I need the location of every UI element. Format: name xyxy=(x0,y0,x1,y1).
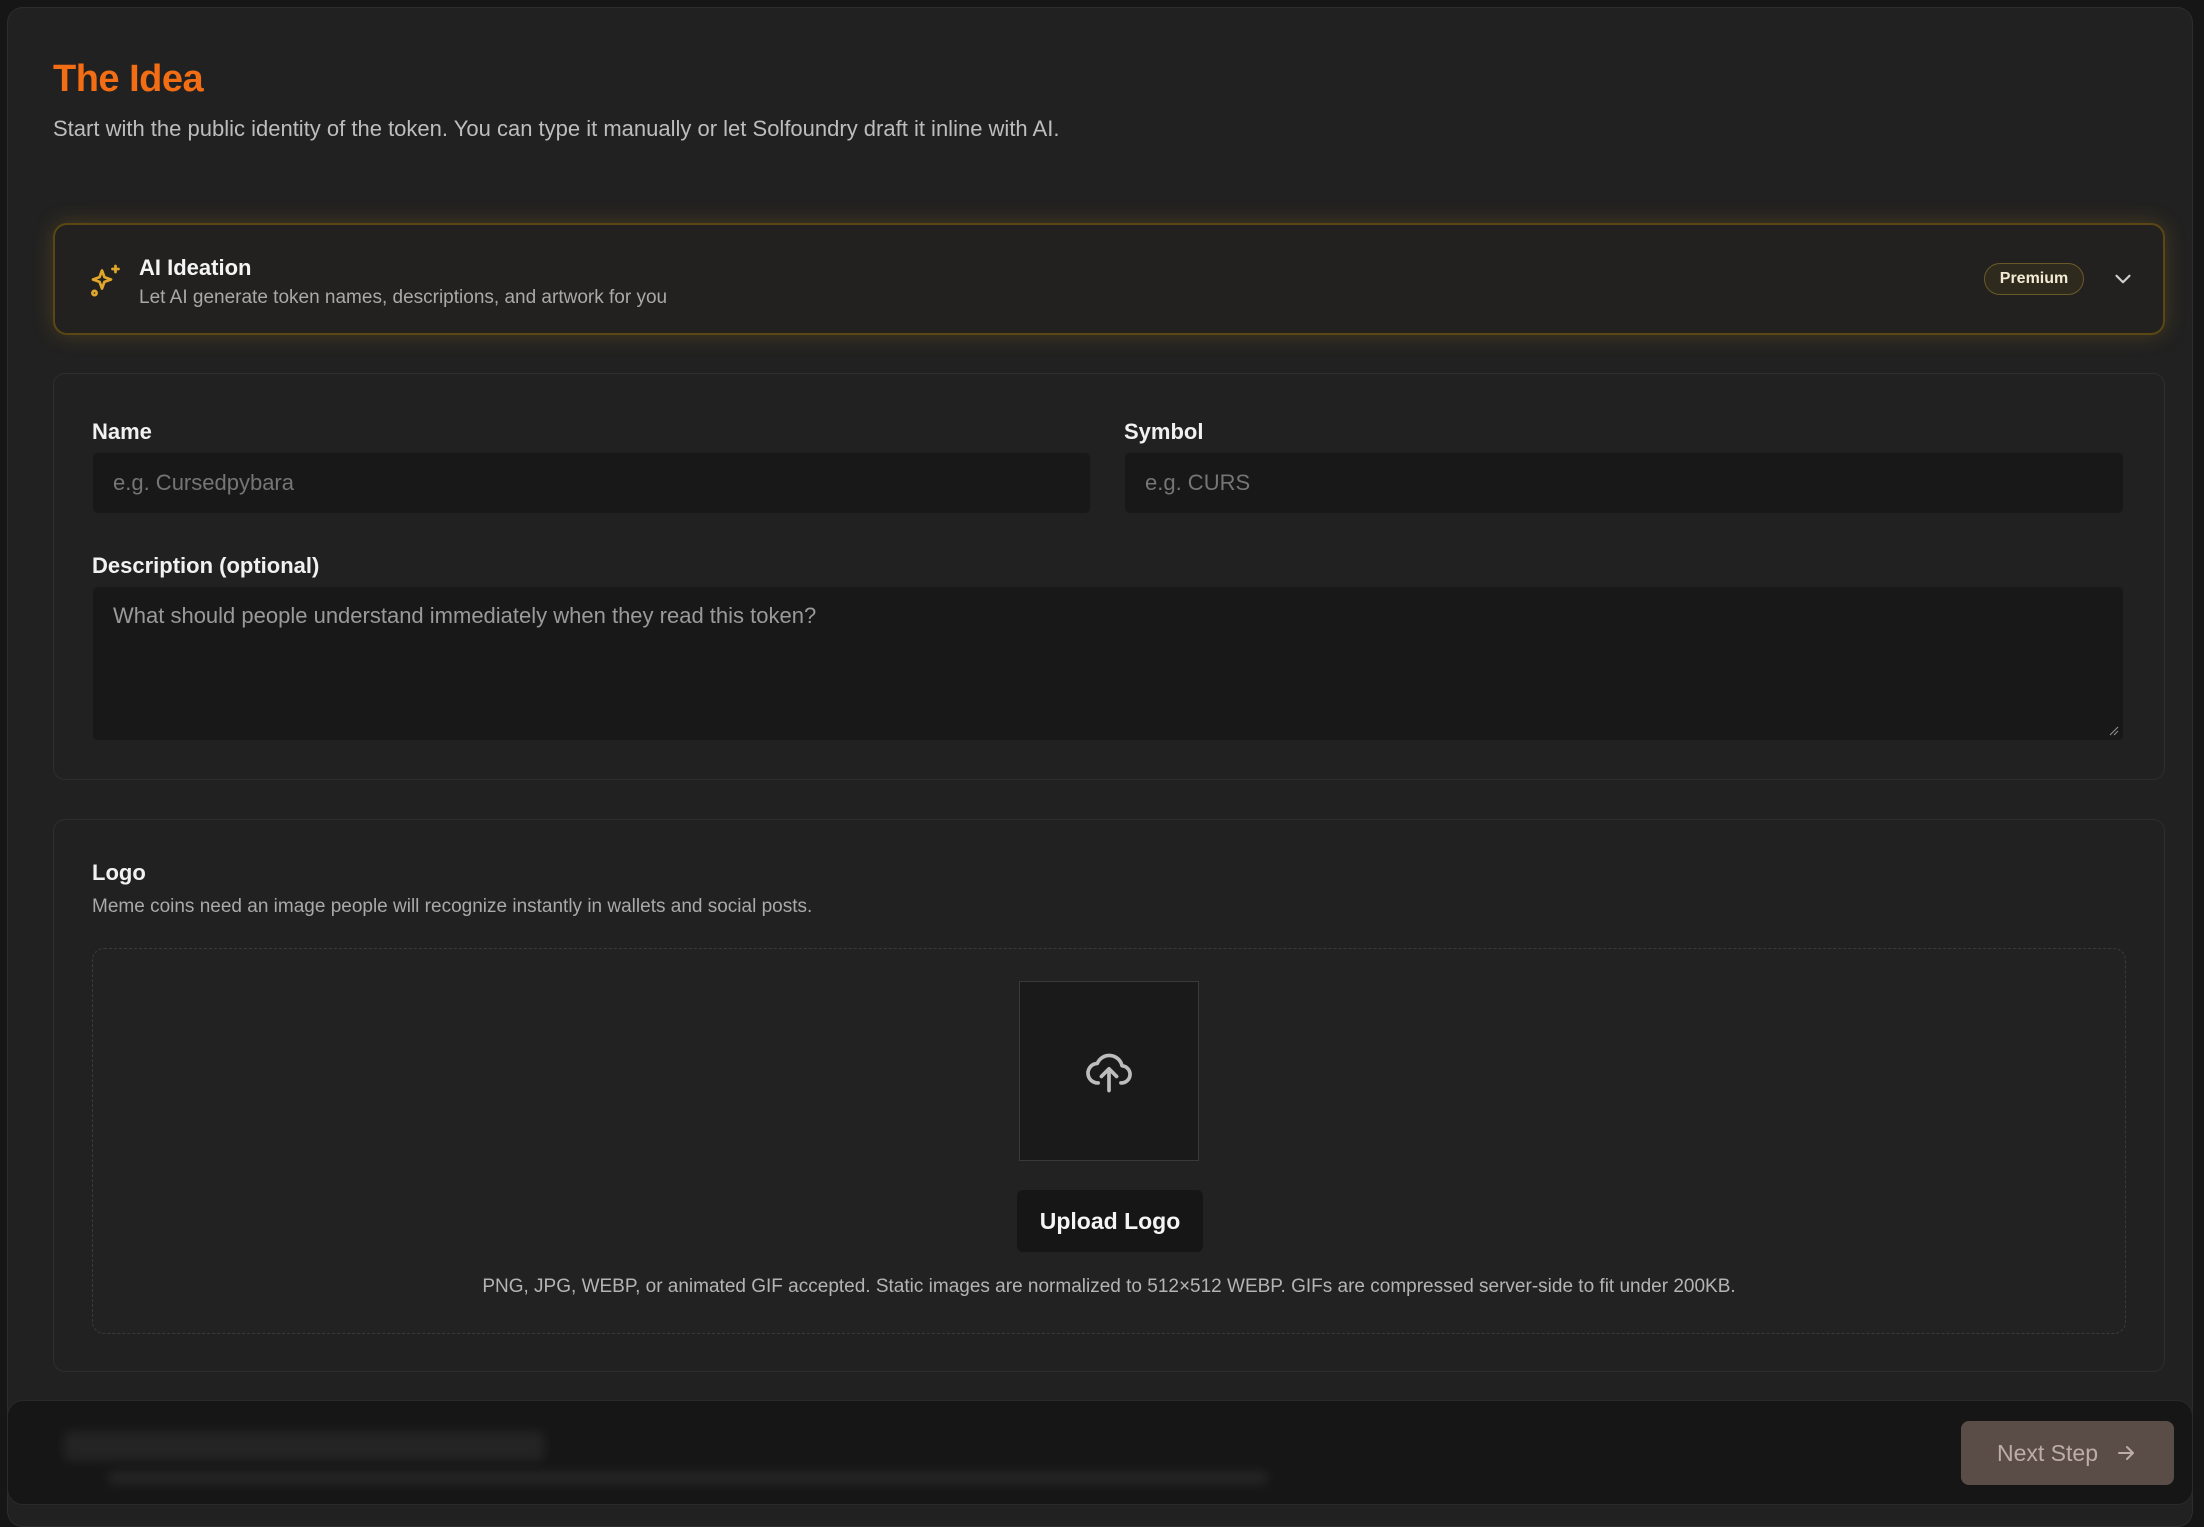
blurred-background-content xyxy=(64,1431,544,1461)
cloud-upload-icon xyxy=(1086,1053,1132,1093)
name-label: Name xyxy=(92,419,152,444)
page-title: The Idea xyxy=(53,58,204,100)
page-container: The Idea Start with the public identity … xyxy=(7,7,2193,1527)
next-step-button[interactable]: Next Step xyxy=(1961,1421,2174,1485)
logo-preview[interactable] xyxy=(1019,981,1199,1161)
page-subtitle: Start with the public identity of the to… xyxy=(53,116,1060,141)
footer-bar: Next Step xyxy=(7,1400,2193,1505)
description-label: Description (optional) xyxy=(92,553,320,578)
resize-handle-icon[interactable] xyxy=(2107,724,2119,736)
next-step-label: Next Step xyxy=(1997,1439,2098,1466)
logo-title: Logo xyxy=(92,860,146,885)
token-details-card: Name Symbol Description (optional) What … xyxy=(53,373,2165,780)
symbol-label: Symbol xyxy=(1124,419,1204,444)
ai-ideation-description: Let AI generate token names, description… xyxy=(139,287,668,308)
logo-dropzone[interactable]: Upload Logo PNG, JPG, WEBP, or animated … xyxy=(92,948,2126,1334)
ai-ideation-panel[interactable]: AI Ideation Let AI generate token names,… xyxy=(53,223,2165,335)
description-placeholder: What should people understand immediatel… xyxy=(113,603,817,628)
upload-logo-button[interactable]: Upload Logo xyxy=(1017,1190,1203,1252)
accepted-formats-note: PNG, JPG, WEBP, or animated GIF accepted… xyxy=(482,1276,1736,1297)
premium-badge: Premium xyxy=(1984,263,2084,295)
sparkles-icon xyxy=(91,264,120,297)
description-textarea[interactable]: What should people understand immediatel… xyxy=(92,586,2124,741)
name-input[interactable] xyxy=(92,452,1091,514)
chevron-down-icon[interactable] xyxy=(2110,266,2136,292)
ai-ideation-title: AI Ideation xyxy=(139,255,252,280)
arrow-right-icon xyxy=(2118,1446,2134,1460)
blurred-background-content xyxy=(108,1471,1268,1485)
logo-card: Logo Meme coins need an image people wil… xyxy=(53,819,2165,1372)
logo-description: Meme coins need an image people will rec… xyxy=(92,896,813,917)
symbol-input[interactable] xyxy=(1124,452,2124,514)
